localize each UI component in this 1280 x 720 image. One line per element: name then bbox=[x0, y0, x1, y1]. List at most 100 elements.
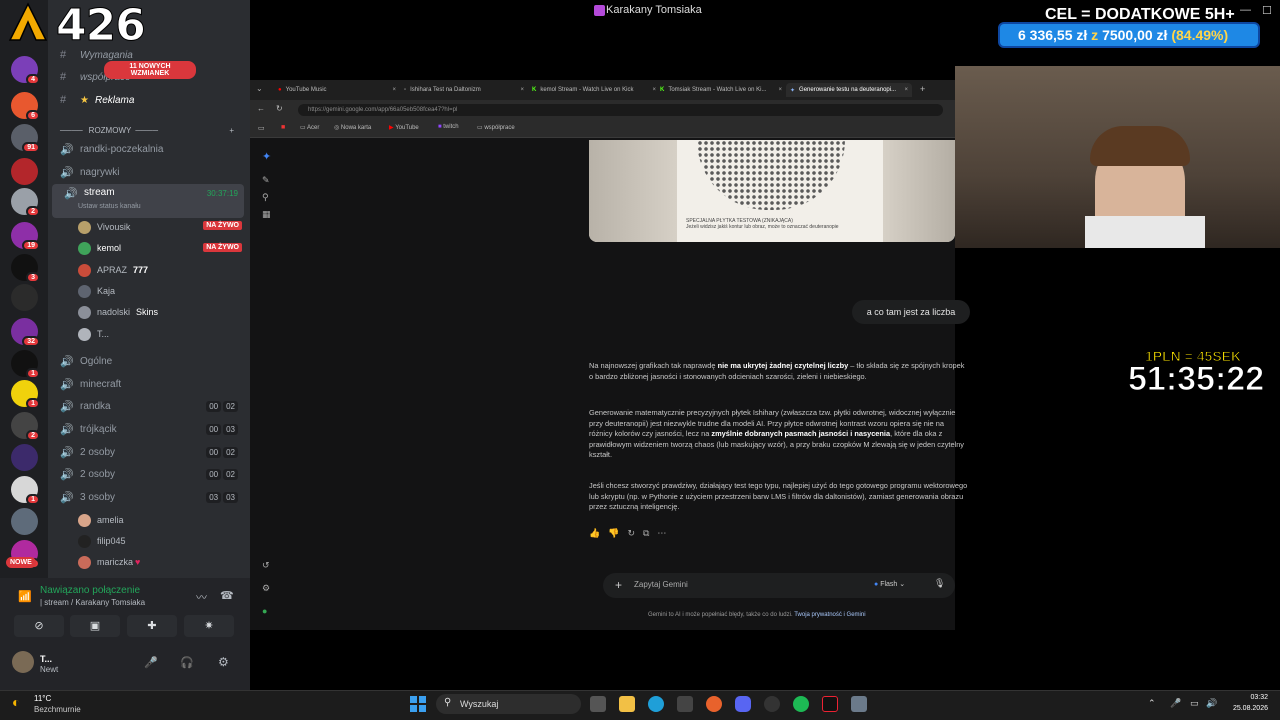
task-view-icon[interactable] bbox=[590, 696, 606, 712]
voice-channel-nagrywki[interactable]: 🔊 nagrywki bbox=[48, 162, 244, 182]
volume-icon[interactable]: 🔊 bbox=[1206, 698, 1217, 709]
server-icon[interactable] bbox=[11, 158, 38, 185]
voice-channel-randki[interactable]: 🔊 randki-poczekalnia bbox=[48, 139, 244, 159]
activities-button[interactable]: ✚ bbox=[127, 615, 177, 637]
voice-channel[interactable]: 🔊 Ogólne bbox=[48, 351, 244, 371]
tab-tomsiak[interactable]: K Tomsiak Stream - Watch Live on Ki... × bbox=[660, 83, 782, 97]
weather-icon[interactable]: ◐ bbox=[12, 694, 20, 710]
back-icon[interactable]: ← bbox=[257, 104, 265, 113]
thumbs-down-icon[interactable]: 👎 bbox=[608, 528, 627, 538]
settings-icon[interactable]: ⚙ bbox=[262, 583, 270, 594]
bookmark-acer[interactable]: ▭ Acer bbox=[300, 124, 319, 131]
tab-ishihara[interactable]: ▫ Ishihara Test na Daltonizm × bbox=[404, 83, 524, 97]
tab-gemini[interactable]: ✦ Generowanie testu na deuteranopi... × bbox=[786, 83, 912, 97]
copy-icon[interactable]: ⧉ bbox=[643, 528, 657, 538]
account-icon[interactable]: ● bbox=[262, 606, 267, 616]
avatar[interactable] bbox=[12, 651, 34, 673]
privacy-link[interactable]: Twoja prywatność i Gemini bbox=[794, 612, 865, 618]
weather-temp[interactable]: 11°C bbox=[34, 694, 51, 703]
weather-desc[interactable]: Bezchmurnie bbox=[34, 705, 81, 714]
server-icon[interactable]: 4 bbox=[11, 56, 40, 85]
model-selector[interactable]: ● Flash ⌄ bbox=[874, 580, 905, 588]
display-icon[interactable]: ▭ bbox=[1190, 698, 1199, 709]
bookmark-youtube[interactable]: ▶ YouTube bbox=[389, 124, 419, 131]
minimize-button[interactable]: — bbox=[1240, 4, 1251, 16]
new-badge[interactable]: NOWE bbox=[6, 557, 36, 568]
server-icon[interactable] bbox=[11, 444, 38, 471]
noise-suppression-icon[interactable]: 〰 bbox=[196, 589, 207, 605]
add-attachment-icon[interactable]: + bbox=[615, 578, 622, 592]
settings-app-icon[interactable] bbox=[851, 696, 867, 712]
camera-button[interactable]: ⊘ bbox=[14, 615, 64, 637]
voice-channel[interactable]: 🔊 2 osoby 00 02 bbox=[48, 464, 244, 484]
edge-icon[interactable] bbox=[648, 696, 664, 712]
tab-youtube-music[interactable]: ● YouTube Music × bbox=[278, 83, 396, 97]
voice-channel[interactable]: 🔊 minecraft bbox=[48, 374, 244, 394]
voice-user[interactable]: amelia bbox=[78, 510, 124, 530]
tiktok-icon[interactable] bbox=[822, 696, 838, 712]
tab-search-icon[interactable]: ▭ bbox=[258, 124, 265, 132]
server-icon[interactable]: 3 bbox=[11, 254, 40, 283]
disconnect-icon[interactable]: ☎ bbox=[220, 589, 234, 602]
mic-icon[interactable]: 🎙 bbox=[934, 578, 945, 589]
voice-user[interactable]: mariczka ♥ bbox=[78, 552, 140, 572]
headphones-icon[interactable]: 🎧 bbox=[180, 656, 194, 669]
maximize-button[interactable]: ☐ bbox=[1262, 4, 1272, 17]
connection-channel[interactable]: | stream / Karakany Tomsiaka bbox=[40, 598, 145, 607]
server-icon[interactable]: 2 bbox=[11, 188, 40, 217]
server-icon[interactable]: 1 bbox=[11, 380, 40, 409]
server-icon[interactable]: 1 bbox=[11, 476, 40, 505]
bookmark-nowa-karta[interactable]: ◎ Nowa karta bbox=[334, 124, 371, 131]
mentions-badge[interactable]: 11 NOWYCH WZMIANEK bbox=[104, 61, 196, 79]
address-bar[interactable]: https://gemini.google.com/app/66a05eb508… bbox=[298, 104, 943, 116]
thumbs-up-icon[interactable]: 👍 bbox=[589, 528, 608, 538]
server-icon[interactable]: 6 bbox=[11, 92, 40, 121]
reload-icon[interactable]: ↻ bbox=[276, 104, 283, 113]
store-icon[interactable] bbox=[677, 696, 693, 712]
voice-user[interactable]: kemol bbox=[78, 238, 121, 258]
new-tab-button[interactable]: + bbox=[920, 84, 925, 94]
taskbar-search[interactable]: Wyszukaj bbox=[436, 694, 581, 714]
server-icon[interactable]: 19 bbox=[11, 222, 40, 251]
voice-channel[interactable]: 🔊 randka 00 02 bbox=[48, 396, 244, 416]
gems-icon[interactable]: ▦ bbox=[262, 209, 271, 220]
tab-kemol[interactable]: Kkemol Stream - Watch Live on Kick × bbox=[532, 83, 656, 97]
server-icon[interactable]: 91 bbox=[11, 124, 40, 153]
search-icon[interactable]: ⚲ bbox=[262, 192, 269, 203]
voice-user[interactable]: Kaja bbox=[78, 281, 115, 301]
chrome-icon[interactable] bbox=[764, 696, 780, 712]
mic-tray-icon[interactable]: 🎤 bbox=[1170, 698, 1181, 709]
soundboard-button[interactable]: ✷ bbox=[184, 615, 234, 637]
more-icon[interactable]: ⋯ bbox=[657, 528, 674, 538]
regenerate-icon[interactable]: ↻ bbox=[627, 528, 643, 538]
server-icon[interactable]: 32 bbox=[11, 318, 40, 347]
spotify-icon[interactable] bbox=[793, 696, 809, 712]
tab-menu-icon[interactable]: ⌄ bbox=[256, 84, 263, 93]
new-chat-icon[interactable]: ✎ bbox=[262, 175, 270, 186]
bookmark-wspolprace[interactable]: ▭ współprace bbox=[477, 124, 515, 131]
history-icon[interactable]: ↺ bbox=[262, 560, 270, 571]
voice-channel-stream[interactable]: 🔊 stream 30:37:19 Ustaw status kanału bbox=[52, 184, 244, 218]
voice-user[interactable]: filip045 bbox=[78, 531, 126, 551]
start-icon[interactable] bbox=[410, 696, 426, 712]
self-username[interactable]: T... bbox=[40, 654, 52, 664]
category-rozmowy[interactable]: ──── ROZMOWY ──── + bbox=[48, 120, 244, 140]
server-icon[interactable] bbox=[11, 508, 38, 535]
screenshare-button[interactable]: ▣ bbox=[70, 615, 120, 637]
voice-user[interactable]: APRAZ 777 bbox=[78, 260, 148, 280]
clock-date[interactable]: 25.08.2026 bbox=[1220, 705, 1268, 712]
server-icon[interactable]: 1 bbox=[11, 350, 40, 379]
voice-user[interactable]: nadolski Skins bbox=[78, 302, 158, 322]
voice-channel[interactable]: 🔊 2 osoby 00 02 bbox=[48, 442, 244, 462]
gemini-logo-icon[interactable]: ✦ bbox=[262, 150, 271, 163]
firefox-icon[interactable] bbox=[706, 696, 722, 712]
prompt-input[interactable]: Zapytaj Gemini bbox=[634, 580, 688, 589]
voice-user[interactable]: Vivousik bbox=[78, 217, 130, 237]
mic-icon[interactable]: 🎤 bbox=[144, 656, 158, 669]
tray-expand-icon[interactable]: ⌃ bbox=[1148, 698, 1156, 709]
bookmark-icon[interactable]: ■ bbox=[281, 124, 285, 131]
discord-icon[interactable] bbox=[735, 696, 751, 712]
clock-time[interactable]: 03:32 bbox=[1220, 694, 1268, 701]
bookmark-twitch[interactable]: ■ twitch bbox=[438, 124, 459, 130]
settings-icon[interactable]: ⚙ bbox=[218, 655, 229, 669]
